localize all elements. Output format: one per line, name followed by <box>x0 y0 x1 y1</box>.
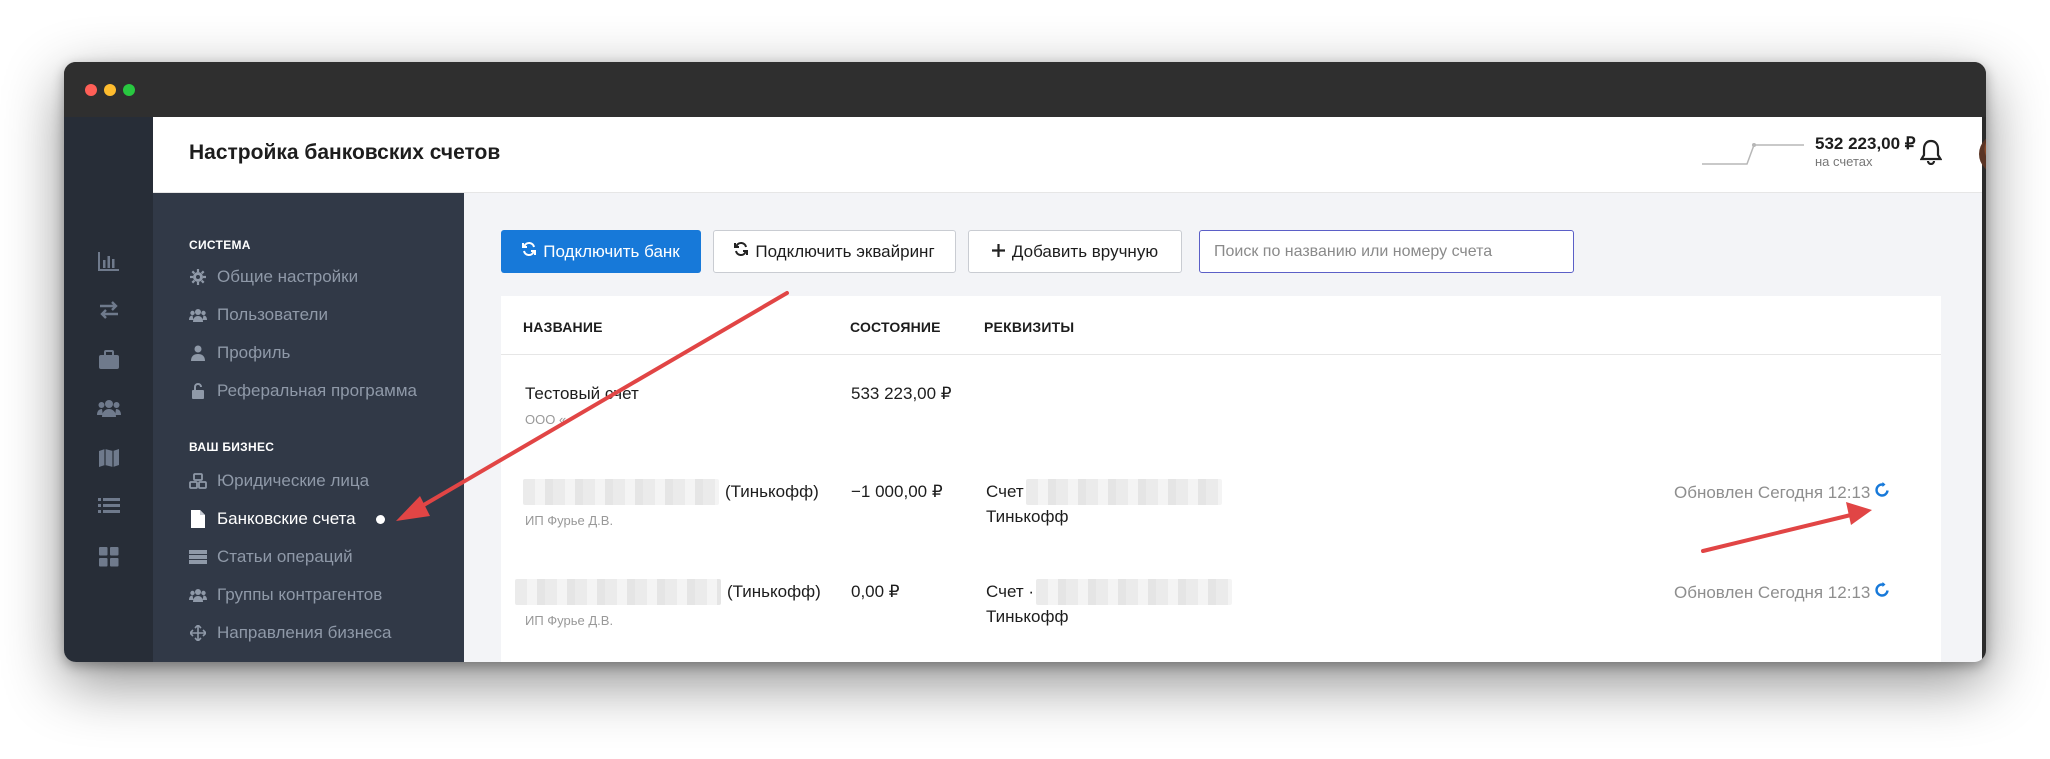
sidebar-item-referral[interactable]: Реферальная программа <box>189 381 417 401</box>
sidebar-item-label: Банковские счета <box>217 509 356 528</box>
redacted-text <box>1025 479 1222 505</box>
gear-icon <box>189 268 207 286</box>
main-content: Подключить банк Подключить эквайринг Доб… <box>464 193 1982 662</box>
sync-status: Обновлен Сегодня 12:13 <box>1674 482 1890 503</box>
refresh-icon[interactable] <box>1874 582 1890 603</box>
section-system-heading: СИСТЕМА <box>189 238 251 252</box>
users-icon[interactable] <box>64 399 153 417</box>
account-details: Счет <box>986 479 1222 505</box>
file-icon <box>189 510 207 528</box>
account-balance: −1 000,00 ₽ <box>851 482 943 501</box>
details-bank: Тинькофф <box>986 507 1069 526</box>
top-bar: Настройка банковских счетов 532 223,00 ₽… <box>153 117 1986 193</box>
close-window-button[interactable] <box>85 84 97 96</box>
section-business-heading: ВАШ БИЗНЕС <box>189 440 275 454</box>
user-avatar[interactable] <box>1979 134 1986 174</box>
connect-acquiring-label: Подключить эквайринг <box>755 241 935 261</box>
sidebar-item-operation-categories[interactable]: Статьи операций <box>189 547 353 567</box>
add-manual-button[interactable]: Добавить вручную <box>968 230 1182 273</box>
user-icon <box>189 344 207 362</box>
page-title: Настройка банковских счетов <box>189 141 501 164</box>
account-balance: 533 223,00 ₽ <box>851 384 952 403</box>
map-icon[interactable] <box>64 448 153 468</box>
account-owner: ООО « <box>525 412 567 427</box>
column-header-name: НАЗВАНИЕ <box>523 319 603 335</box>
icon-rail <box>64 117 153 662</box>
account-bank-suffix: (Тинькофф) <box>727 582 821 601</box>
sidebar-item-label: Реферальная программа <box>217 381 417 400</box>
grid-icon[interactable] <box>64 547 153 567</box>
total-balance: 532 223,00 ₽ <box>1815 134 1916 153</box>
sync-icon <box>522 241 537 262</box>
sidebar-item-label: Пользователи <box>217 305 328 324</box>
column-header-details: РЕКВИЗИТЫ <box>984 319 1075 335</box>
sidebar-item-label: Статьи операций <box>217 547 353 566</box>
connect-bank-button[interactable]: Подключить банк <box>501 230 701 273</box>
details-bank: Тинькофф <box>986 607 1069 626</box>
sidebar-item-label: Группы контрагентов <box>217 585 383 604</box>
users-icon <box>189 586 207 604</box>
account-owner: ИП Фурье Д.В. <box>525 613 614 628</box>
updated-label: Обновлен Сегодня 12:13 <box>1674 482 1871 502</box>
redacted-text <box>1036 579 1233 605</box>
connect-acquiring-button[interactable]: Подключить эквайринг <box>713 230 956 273</box>
account-name[interactable]: (Тинькофф) <box>515 579 821 605</box>
bell-icon[interactable] <box>1919 139 1943 170</box>
window-titlebar <box>64 62 1986 117</box>
sidebar-item-label: Общие настройки <box>217 267 359 286</box>
details-prefix: Счет · <box>986 582 1035 601</box>
sidebar-item-bank-accounts[interactable]: Банковские счета <box>189 509 385 529</box>
briefcase-icon[interactable] <box>64 350 153 370</box>
refresh-icon[interactable] <box>1874 482 1890 503</box>
updated-label: Обновлен Сегодня 12:13 <box>1674 582 1871 602</box>
column-header-state: СОСТОЯНИЕ <box>850 319 941 335</box>
sidebar-item-label: Профиль <box>217 343 291 362</box>
balance-caption: на счетах <box>1815 154 1873 169</box>
details-prefix: Счет <box>986 482 1024 501</box>
add-manual-label: Добавить вручную <box>1011 241 1159 261</box>
account-name[interactable]: Тестовый счет <box>525 384 639 404</box>
account-name[interactable]: (Тинькофф) <box>523 479 819 505</box>
arrows-icon <box>189 624 207 642</box>
sidebar-item-contractor-groups[interactable]: Группы контрагентов <box>189 585 382 605</box>
account-owner: ИП Фурье Д.В. <box>525 513 614 528</box>
sidebar-item-users[interactable]: Пользователи <box>189 305 328 325</box>
sidebar-item-label: Юридические лица <box>217 471 370 490</box>
account-details: Счет · <box>986 579 1233 605</box>
plus-icon <box>991 242 1005 262</box>
active-indicator <box>375 514 385 524</box>
minimize-window-button[interactable] <box>104 84 116 96</box>
settings-sidebar: СИСТЕМА Общие настройки Пользователи Про… <box>153 193 464 662</box>
maximize-window-button[interactable] <box>123 84 135 96</box>
table-header-divider <box>501 354 1941 355</box>
unlock-icon <box>189 382 207 400</box>
chart-icon[interactable] <box>64 251 153 271</box>
list-icon[interactable] <box>64 497 153 515</box>
redacted-text <box>515 579 721 605</box>
cubes-icon <box>189 472 207 490</box>
users-icon <box>189 306 207 324</box>
account-bank-suffix: (Тинькофф) <box>725 482 819 501</box>
redacted-text <box>523 479 719 505</box>
transfer-icon[interactable] <box>64 301 153 319</box>
sync-status: Обновлен Сегодня 12:13 <box>1674 582 1890 603</box>
sidebar-item-profile[interactable]: Профиль <box>189 343 290 363</box>
accounts-table: НАЗВАНИЕ СОСТОЯНИЕ РЕКВИЗИТЫ Тестовый сч… <box>501 296 1941 662</box>
sidebar-item-legal-entities[interactable]: Юридические лица <box>189 471 369 491</box>
balance-sparkline <box>1702 143 1804 165</box>
sync-icon <box>734 241 749 262</box>
account-balance: 0,00 ₽ <box>851 582 900 601</box>
app-content: Настройка банковских счетов 532 223,00 ₽… <box>64 117 1986 662</box>
app-window: Настройка банковских счетов 532 223,00 ₽… <box>64 62 1986 662</box>
server-icon <box>189 548 207 566</box>
sidebar-item-business-directions[interactable]: Направления бизнеса <box>189 623 392 643</box>
connect-bank-label: Подключить банк <box>543 241 680 261</box>
sidebar-item-label: Направления бизнеса <box>217 623 392 642</box>
search-input[interactable] <box>1199 230 1574 273</box>
sidebar-item-general-settings[interactable]: Общие настройки <box>189 267 358 287</box>
